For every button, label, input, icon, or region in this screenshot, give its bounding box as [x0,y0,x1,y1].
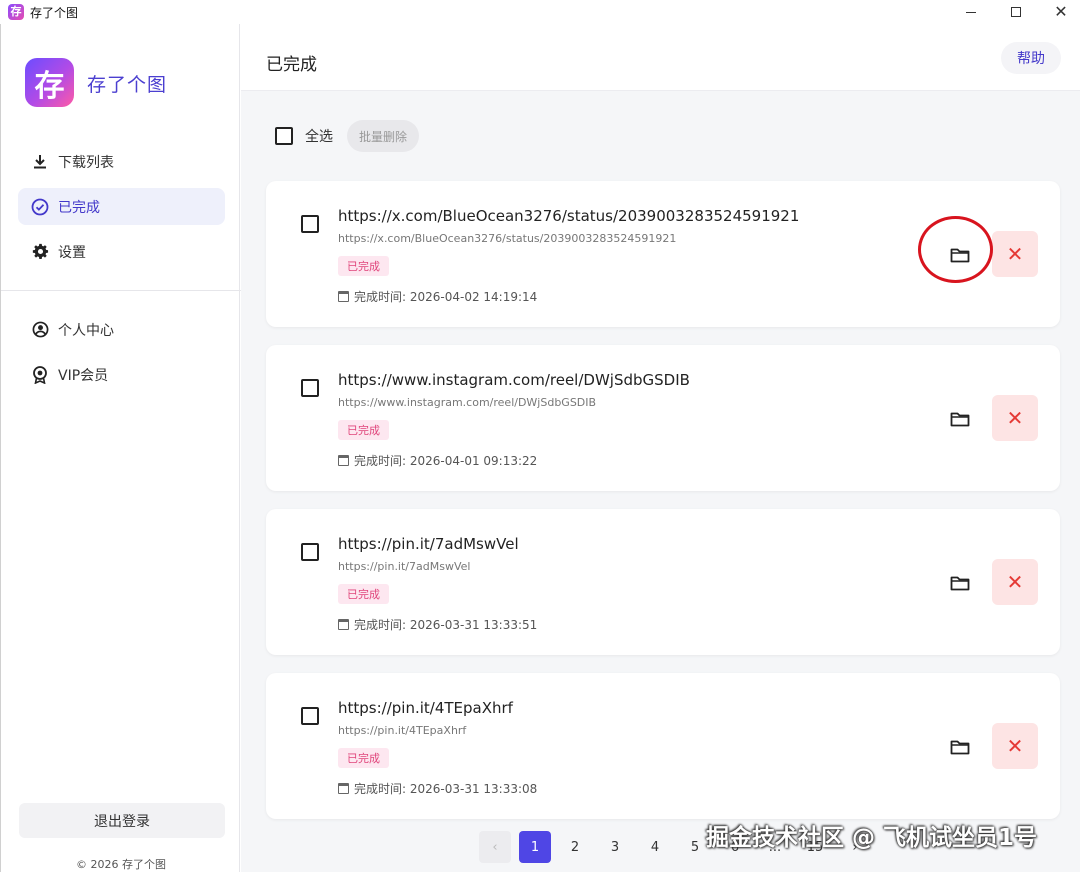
prev-page-button[interactable]: ‹ [479,831,511,863]
folder-icon [950,576,970,591]
sidebar-item-label: VIP会员 [58,367,109,384]
delete-button[interactable]: ✕ [992,395,1038,441]
download-icon [31,153,49,171]
close-icon: ✕ [1006,242,1024,266]
sidebar-item-vip[interactable]: VIP会员 [18,356,225,393]
item-url: https://pin.it/4TEpaXhrf [338,724,467,737]
sidebar: 存 存了个图 下载列表 已完成 设置 个人中心 VIP会员 退出登录 © 202… [0,24,241,872]
open-folder-button[interactable] [938,725,982,769]
item-title: https://x.com/BlueOcean3276/status/20390… [338,207,800,225]
item-title: https://pin.it/4TEpaXhrf [338,699,513,717]
select-all-checkbox[interactable] [275,127,293,145]
app-logo: 存 [25,58,74,107]
gear-icon [31,243,49,261]
status-badge: 已完成 [338,420,389,440]
user-circle-icon [31,321,49,339]
title-bar: 存 存了个图 [0,0,1080,24]
completion-time-text: 完成时间: 2026-03-31 13:33:08 [354,782,538,796]
main-content: 全选 批量删除 https://x.com/BlueOcean3276/stat… [241,91,1080,872]
minimize-icon [966,11,976,13]
completion-time-text: 完成时间: 2026-04-01 09:13:22 [354,454,538,468]
completion-time-text: 完成时间: 2026-03-31 13:33:51 [354,618,538,632]
select-all-label[interactable]: 全选 [305,126,333,146]
sidebar-item-label: 已完成 [58,199,100,216]
sidebar-divider [1,290,241,291]
list-item: https://pin.it/4TEpaXhrf https://pin.it/… [266,673,1060,819]
watermark: 掘金技术社区 @ 飞机试坐员1号 [706,825,1038,851]
list-item: https://www.instagram.com/reel/DWjSdbGSD… [266,345,1060,491]
status-badge: 已完成 [338,748,389,768]
sidebar-item-label: 个人中心 [58,322,114,339]
item-url: https://x.com/BlueOcean3276/status/20390… [338,232,677,245]
item-checkbox[interactable] [301,707,319,725]
help-button[interactable]: 帮助 [1001,42,1061,74]
open-folder-button[interactable] [938,397,982,441]
page-button[interactable]: 4 [639,831,671,863]
delete-button[interactable]: ✕ [992,723,1038,769]
folder-icon [950,412,970,427]
calendar-icon [338,291,349,302]
close-icon: ✕ [1054,2,1068,21]
sidebar-item-completed[interactable]: 已完成 [18,188,225,225]
page-button[interactable]: 1 [519,831,551,863]
check-circle-icon [31,198,49,216]
completion-time: 完成时间: 2026-04-01 09:13:22 [338,452,537,469]
item-checkbox[interactable] [301,215,319,233]
open-folder-button[interactable] [938,561,982,605]
delete-button[interactable]: ✕ [992,231,1038,277]
page-button[interactable]: 2 [559,831,591,863]
close-icon: ✕ [1006,734,1024,758]
page-title: 已完成 [266,55,317,75]
item-url: https://www.instagram.com/reel/DWjSdbGSD… [338,396,597,409]
batch-delete-button[interactable]: 批量删除 [347,120,420,152]
item-title: https://www.instagram.com/reel/DWjSdbGSD… [338,371,690,389]
item-checkbox[interactable] [301,543,319,561]
maximize-icon [1011,7,1021,17]
completion-time: 完成时间: 2026-03-31 13:33:51 [338,616,537,633]
page-button[interactable]: 3 [599,831,631,863]
close-window-button[interactable]: ✕ [1038,0,1080,24]
item-url: https://pin.it/7adMswVel [338,560,471,573]
app-icon: 存 [8,4,24,20]
calendar-icon [338,455,349,466]
window-title: 存了个图 [30,5,79,20]
page-header: 已完成 帮助 [241,24,1080,91]
sidebar-item-label: 设置 [58,244,86,261]
badge-icon [31,365,49,384]
toolbar: 全选 批量删除 [275,120,420,152]
logout-button[interactable]: 退出登录 [19,803,225,838]
sidebar-item-settings[interactable]: 设置 [18,233,225,270]
calendar-icon [338,619,349,630]
completion-time: 完成时间: 2026-04-02 14:19:14 [338,288,537,305]
sidebar-item-label: 下载列表 [58,154,114,171]
delete-button[interactable]: ✕ [992,559,1038,605]
list-item: https://pin.it/7adMswVel https://pin.it/… [266,509,1060,655]
status-badge: 已完成 [338,256,389,276]
close-icon: ✕ [1006,406,1024,430]
maximize-button[interactable] [993,0,1039,24]
sidebar-item-profile[interactable]: 个人中心 [18,311,225,348]
minimize-button[interactable] [948,0,994,24]
sidebar-item-downloads[interactable]: 下载列表 [18,143,225,180]
completion-time: 完成时间: 2026-03-31 13:33:08 [338,780,537,797]
close-icon: ✕ [1006,570,1024,594]
completion-time-text: 完成时间: 2026-04-02 14:19:14 [354,290,538,304]
copyright: © 2026 存了个图 [76,858,166,871]
annotation-circle [918,216,993,283]
calendar-icon [338,783,349,794]
item-title: https://pin.it/7adMswVel [338,535,519,553]
folder-icon [950,740,970,755]
brand-name: 存了个图 [87,74,168,96]
item-checkbox[interactable] [301,379,319,397]
status-badge: 已完成 [338,584,389,604]
